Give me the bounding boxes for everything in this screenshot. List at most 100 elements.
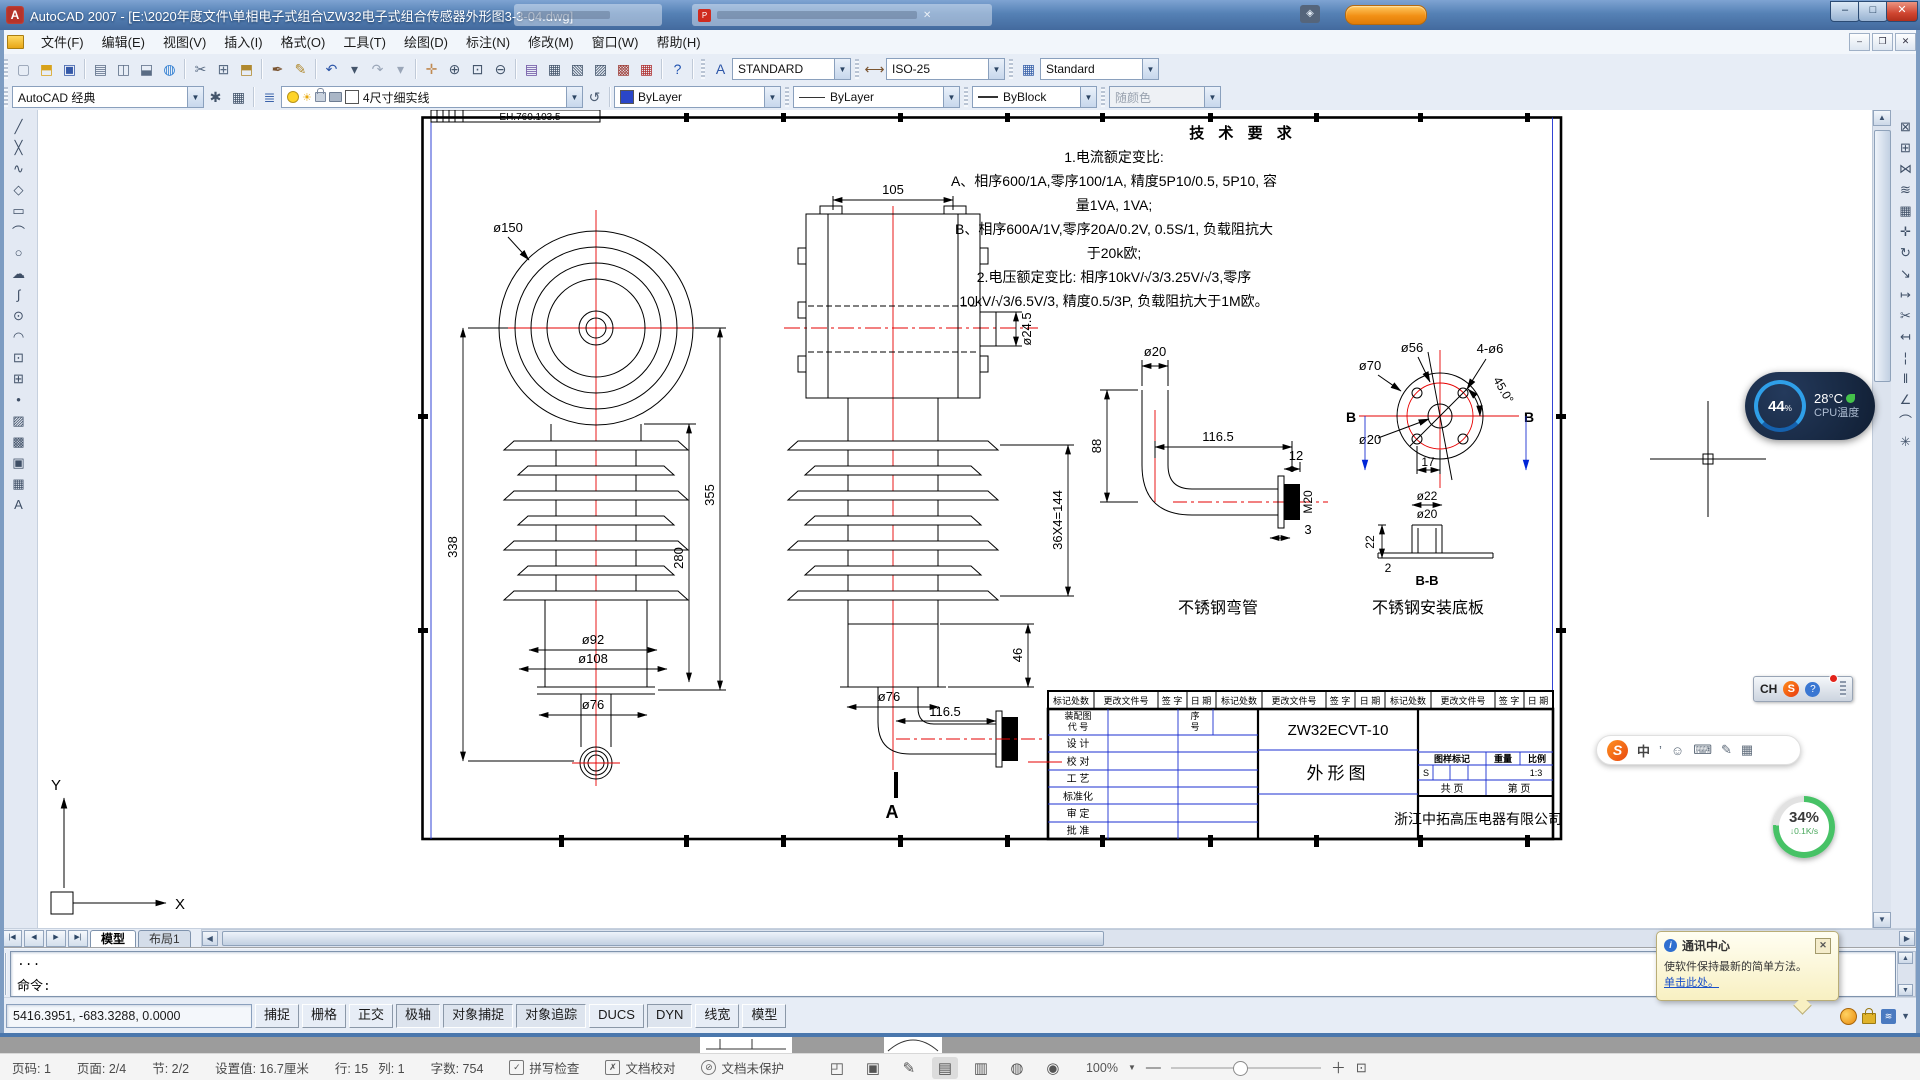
break-at-point-icon[interactable]: ¦ bbox=[1895, 347, 1917, 368]
gradient-icon[interactable]: ▩ bbox=[8, 431, 30, 452]
menu-文件(F)[interactable]: 文件(F) bbox=[32, 32, 93, 53]
layer-on-icon[interactable] bbox=[287, 91, 299, 103]
polyline-icon[interactable]: ∿ bbox=[8, 158, 30, 179]
dim-style-combo[interactable]: ISO-25▼ bbox=[886, 58, 1005, 80]
tool-palettes-icon[interactable]: ▧ bbox=[566, 58, 589, 81]
zoom-in-icon[interactable]: ＋ bbox=[1331, 1057, 1346, 1078]
chinese-mode-icon[interactable]: 中 bbox=[1637, 741, 1650, 760]
horizontal-scroll-thumb[interactable] bbox=[222, 931, 1104, 946]
punctuation-icon[interactable]: ’ bbox=[1659, 743, 1662, 758]
language-indicator[interactable]: CH bbox=[1760, 682, 1777, 696]
balloon-link[interactable]: 单击此处。 bbox=[1664, 974, 1831, 990]
spline-icon[interactable]: ∫ bbox=[8, 284, 30, 305]
table-style-combo[interactable]: Standard▼ bbox=[1040, 58, 1159, 80]
tab-prev-icon[interactable]: ◀ bbox=[24, 930, 44, 947]
fillet-icon[interactable]: ⌒ bbox=[1895, 410, 1917, 431]
tray-tool-icon[interactable]: ◈ bbox=[1300, 5, 1320, 23]
erase-icon[interactable]: ⊠ bbox=[1895, 116, 1917, 137]
paste-icon[interactable]: ⬒ bbox=[235, 58, 258, 81]
toggle-模型[interactable]: 模型 bbox=[742, 1004, 786, 1028]
toggle-对象追踪[interactable]: 对象追踪 bbox=[516, 1004, 586, 1028]
vertical-scroll-thumb[interactable] bbox=[1874, 130, 1891, 382]
toggle-线宽[interactable]: 线宽 bbox=[695, 1004, 739, 1028]
publish-icon[interactable]: ⬓ bbox=[135, 58, 158, 81]
chevron-down-icon[interactable]: ▼ bbox=[834, 59, 850, 79]
layer-properties-manager-icon[interactable]: ≣ bbox=[258, 86, 281, 109]
toggle-DYN[interactable]: DYN bbox=[647, 1004, 692, 1028]
chevron-down-icon[interactable]: ▼ bbox=[1080, 87, 1096, 107]
explode-icon[interactable]: ✳ bbox=[1895, 431, 1917, 452]
background-pdf-tab[interactable]: P ✕ bbox=[692, 4, 992, 26]
workspace-save-icon[interactable]: ▦ bbox=[227, 86, 250, 109]
rectangle-icon[interactable]: ▭ bbox=[8, 200, 30, 221]
fit-page-icon[interactable]: ⊡ bbox=[1356, 1060, 1367, 1076]
ellipse-icon[interactable]: ⊙ bbox=[8, 305, 30, 326]
move-icon[interactable]: ✛ bbox=[1895, 221, 1917, 242]
language-bar-grip[interactable] bbox=[1840, 681, 1846, 697]
toggle-DUCS[interactable]: DUCS bbox=[589, 1004, 644, 1028]
undo-dropdown-icon[interactable]: ▾ bbox=[343, 58, 366, 81]
ellipse-arc-icon[interactable]: ◠ bbox=[8, 326, 30, 347]
minimize-button[interactable]: – bbox=[1830, 1, 1860, 22]
zoom-slider[interactable] bbox=[1171, 1067, 1321, 1069]
full-screen-icon[interactable]: ◰ bbox=[824, 1057, 850, 1079]
hatch-icon[interactable]: ▨ bbox=[8, 410, 30, 431]
keyboard-icon[interactable]: ⌨ bbox=[1693, 742, 1712, 758]
toggle-极轴[interactable]: 极轴 bbox=[396, 1004, 440, 1028]
page-view-icon[interactable]: ▤ bbox=[932, 1057, 958, 1079]
menu-标注(N)[interactable]: 标注(N) bbox=[457, 32, 519, 53]
read-layout-icon[interactable]: ▣ bbox=[860, 1057, 886, 1079]
text-style-combo[interactable]: STANDARD▼ bbox=[732, 58, 851, 80]
scroll-down-icon[interactable]: ▼ bbox=[1873, 912, 1891, 928]
toggle-对象捕捉[interactable]: 对象捕捉 bbox=[443, 1004, 513, 1028]
copy-object-icon[interactable]: ⊞ bbox=[1895, 137, 1917, 158]
toolbar-lock-icon[interactable] bbox=[1862, 1013, 1876, 1024]
chevron-down-icon[interactable]: ▼ bbox=[764, 87, 780, 107]
toggle-栅格[interactable]: 栅格 bbox=[302, 1004, 346, 1028]
properties-icon[interactable]: ▤ bbox=[520, 58, 543, 81]
redo-dropdown-icon[interactable]: ▾ bbox=[389, 58, 412, 81]
layer-lock-icon[interactable] bbox=[315, 92, 326, 102]
language-bar[interactable]: CH S ? bbox=[1753, 676, 1853, 702]
publish-web-icon[interactable]: ◍ bbox=[158, 58, 181, 81]
clean-screen-icon[interactable]: ≋ bbox=[1881, 1009, 1896, 1024]
rotate-icon[interactable]: ↻ bbox=[1895, 242, 1917, 263]
maximize-button[interactable]: □ bbox=[1858, 1, 1888, 22]
titlebar[interactable]: A AutoCAD 2007 - [E:\2020年度文件\单相电子式组合\ZW… bbox=[0, 0, 1920, 31]
zoom-realtime-icon[interactable]: ⊕ bbox=[443, 58, 466, 81]
vertical-scrollbar[interactable]: ▲ ▼ bbox=[1872, 110, 1891, 928]
tab-first-icon[interactable]: |◀ bbox=[2, 930, 22, 947]
pdf-tab-close-icon[interactable]: ✕ bbox=[923, 10, 931, 21]
chevron-down-icon[interactable]: ▼ bbox=[1142, 59, 1158, 79]
stretch-icon[interactable]: ↦ bbox=[1895, 284, 1917, 305]
workspace-settings-icon[interactable]: ✱ bbox=[204, 86, 227, 109]
chevron-down-icon[interactable]: ▼ bbox=[943, 87, 959, 107]
cut-icon[interactable]: ✂ bbox=[189, 58, 212, 81]
scroll-left-icon[interactable]: ◀ bbox=[202, 931, 218, 946]
handwriting-icon[interactable]: ✎ bbox=[1721, 742, 1732, 758]
color-combo[interactable]: ByLayer▼ bbox=[614, 86, 781, 108]
arc-icon[interactable]: ⌒ bbox=[8, 221, 30, 242]
status-menu-caret-icon[interactable]: ▼ bbox=[1901, 1011, 1910, 1021]
linetype-combo[interactable]: ByLayer▼ bbox=[793, 86, 960, 108]
command-input-area[interactable]: ... 命令: bbox=[10, 951, 1896, 997]
construction-line-icon[interactable]: ╳ bbox=[8, 137, 30, 158]
balloon-close-icon[interactable]: ✕ bbox=[1815, 938, 1831, 954]
revision-cloud-icon[interactable]: ☁ bbox=[8, 263, 30, 284]
mdi-minimize-icon[interactable]: – bbox=[1849, 33, 1870, 51]
offset-icon[interactable]: ≋ bbox=[1895, 179, 1917, 200]
tab-model[interactable]: 模型 bbox=[90, 930, 136, 947]
insert-block-icon[interactable]: ⊡ bbox=[8, 347, 30, 368]
design-center-icon[interactable]: ▦ bbox=[543, 58, 566, 81]
zoom-slider-thumb[interactable] bbox=[1233, 1061, 1248, 1076]
scroll-down-icon[interactable]: ▼ bbox=[1898, 984, 1913, 996]
menu-绘图(D)[interactable]: 绘图(D) bbox=[395, 32, 457, 53]
multiline-text-icon[interactable]: A bbox=[8, 494, 30, 515]
help-icon[interactable]: ? bbox=[1805, 682, 1820, 697]
point-icon[interactable]: • bbox=[8, 389, 30, 410]
communication-center-balloon[interactable]: i 通讯中心 ✕ 使软件保持最新的简单方法。 单击此处。 bbox=[1656, 931, 1839, 1001]
new-file-icon[interactable]: ▢ bbox=[12, 58, 35, 81]
background-window-tab[interactable] bbox=[514, 4, 662, 26]
lineweight-combo[interactable]: ByBlock▼ bbox=[972, 86, 1097, 108]
match-properties-icon[interactable]: ✒ bbox=[266, 58, 289, 81]
